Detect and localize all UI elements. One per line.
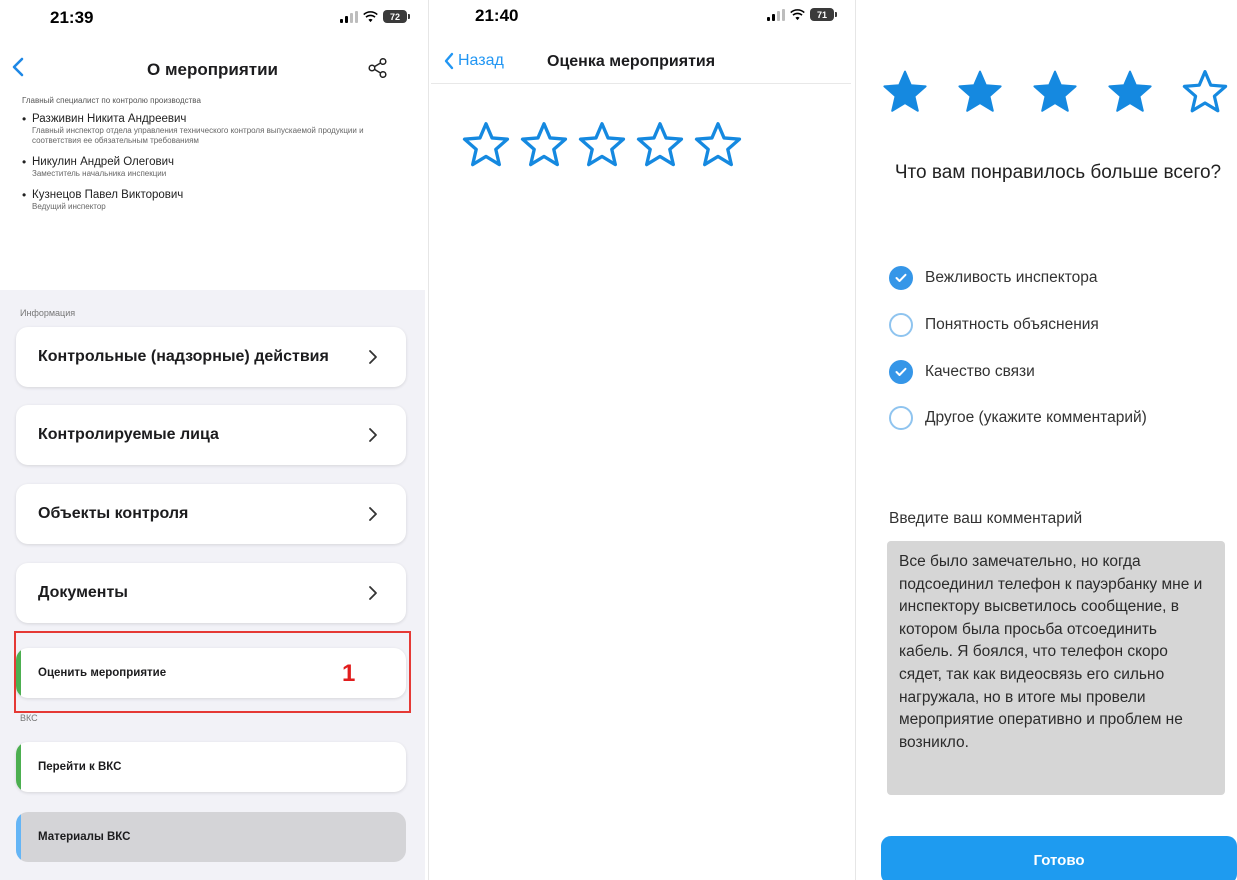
page-title: Оценка мероприятия bbox=[547, 53, 716, 70]
checkmark-icon bbox=[895, 273, 907, 282]
status-bar: 21:39 72 bbox=[0, 0, 425, 46]
menu-item-label: Контролируемые лица bbox=[38, 426, 219, 443]
nav-bar: О мероприятии bbox=[0, 46, 425, 92]
list-item: • Разживин Никита Андреевич Главный инсп… bbox=[22, 113, 405, 146]
star-icon[interactable] bbox=[577, 120, 627, 170]
status-time: 21:40 bbox=[475, 6, 519, 25]
chevron-right-icon bbox=[369, 428, 377, 442]
list-item: • Никулин Андрей Олегович Заместитель на… bbox=[22, 155, 174, 178]
inspector-role: Ведущий инспектор bbox=[32, 202, 106, 211]
signal-icon bbox=[767, 8, 785, 21]
signal-icon bbox=[340, 10, 358, 23]
screen-divider bbox=[428, 0, 429, 880]
option-connection-quality[interactable]: Качество связи bbox=[889, 360, 1035, 384]
screen-divider bbox=[855, 0, 856, 880]
menu-item-controlled-persons[interactable]: Контролируемые лица bbox=[16, 405, 406, 465]
page-title: О мероприятии bbox=[147, 60, 278, 79]
chevron-right-icon bbox=[369, 350, 377, 364]
checkbox[interactable] bbox=[889, 406, 913, 430]
option-label: Вежливость инспектора bbox=[925, 269, 1098, 286]
option-label: Понятность объяснения bbox=[925, 316, 1099, 333]
chevron-right-icon bbox=[369, 507, 377, 521]
status-icons: 72 bbox=[340, 10, 410, 23]
option-politeness[interactable]: Вежливость инспектора bbox=[889, 266, 1098, 290]
checkbox[interactable] bbox=[889, 360, 913, 384]
option-clarity[interactable]: Понятность объяснения bbox=[889, 313, 1099, 337]
section-label-vks: ВКС bbox=[20, 713, 38, 723]
menu-item-documents[interactable]: Документы bbox=[16, 563, 406, 623]
go-to-vks-button[interactable]: Перейти к ВКС bbox=[16, 742, 406, 792]
inspector-name: Кузнецов Павел Викторович bbox=[32, 189, 184, 201]
star-icon[interactable] bbox=[519, 120, 569, 170]
menu-item-label: Объекты контроля bbox=[38, 505, 189, 522]
event-details-screen: 21:39 72 О мероприятии Главный специалис… bbox=[0, 0, 425, 880]
checkbox[interactable] bbox=[889, 313, 913, 337]
inspector-role: Заместитель начальника инспекции bbox=[32, 169, 167, 178]
chevron-right-icon bbox=[369, 586, 377, 600]
checkbox[interactable] bbox=[889, 266, 913, 290]
vks-materials-button[interactable]: Материалы ВКС bbox=[16, 812, 406, 862]
star-rating bbox=[461, 120, 743, 170]
checkmark-icon bbox=[895, 367, 907, 376]
battery-icon: 71 bbox=[810, 8, 837, 21]
share-icon[interactable] bbox=[367, 57, 389, 79]
star-icon[interactable] bbox=[1106, 68, 1154, 116]
feedback-form-screen: Что вам понравилось больше всего? Вежлив… bbox=[859, 0, 1237, 880]
battery-icon: 72 bbox=[383, 10, 410, 23]
option-other[interactable]: Другое (укажите комментарий) bbox=[889, 406, 1147, 430]
menu-item-label: Документы bbox=[38, 584, 128, 601]
inspector-role: Главный инспектор отдела управления техн… bbox=[32, 126, 364, 145]
section-label-info: Информация bbox=[20, 308, 76, 318]
annotation-number: 1 bbox=[342, 660, 356, 687]
menu-item-label: Контрольные (надзорные) действия bbox=[38, 348, 329, 365]
star-icon[interactable] bbox=[881, 68, 929, 116]
status-bar: 21:40 71 bbox=[431, 0, 851, 40]
wifi-icon bbox=[790, 8, 805, 20]
go-to-vks-label: Перейти к ВКС bbox=[38, 761, 122, 773]
vks-materials-label: Материалы ВКС bbox=[38, 831, 131, 843]
nav-bar: Назад Оценка мероприятия bbox=[431, 40, 851, 84]
list-item: • Кузнецов Павел Викторович Ведущий инсп… bbox=[22, 188, 184, 211]
status-time: 21:39 bbox=[50, 8, 94, 27]
star-rating bbox=[881, 68, 1229, 116]
option-label: Качество связи bbox=[925, 363, 1035, 380]
inspectors-list: Главный специалист по контролю производс… bbox=[0, 92, 425, 290]
question-text: Что вам понравилось больше всего? bbox=[894, 162, 1222, 183]
wifi-icon bbox=[363, 10, 378, 22]
star-icon[interactable] bbox=[635, 120, 685, 170]
comment-input[interactable]: Все было замечательно, но когда подсоеди… bbox=[887, 541, 1225, 795]
star-icon[interactable] bbox=[693, 120, 743, 170]
option-label: Другое (укажите комментарий) bbox=[925, 409, 1147, 426]
status-icons: 71 bbox=[767, 8, 837, 21]
star-icon[interactable] bbox=[1181, 68, 1229, 116]
inspector-role: Главный специалист по контролю производс… bbox=[22, 96, 201, 105]
inspector-name: Никулин Андрей Олегович bbox=[32, 156, 174, 168]
menu-item-control-objects[interactable]: Объекты контроля bbox=[16, 484, 406, 544]
menu-item-control-actions[interactable]: Контрольные (надзорные) действия bbox=[16, 327, 406, 387]
comment-label: Введите ваш комментарий bbox=[889, 510, 1083, 527]
done-button[interactable]: Готово bbox=[881, 836, 1237, 880]
event-rating-screen: 21:40 71 Назад Оценка мероприятия bbox=[431, 0, 851, 880]
star-icon[interactable] bbox=[956, 68, 1004, 116]
back-chevron-icon bbox=[444, 52, 454, 70]
back-label: Назад bbox=[458, 52, 504, 69]
star-icon[interactable] bbox=[1031, 68, 1079, 116]
inspector-name: Разживин Никита Андреевич bbox=[32, 113, 187, 125]
star-icon[interactable] bbox=[461, 120, 511, 170]
back-button[interactable]: Назад bbox=[443, 52, 504, 70]
